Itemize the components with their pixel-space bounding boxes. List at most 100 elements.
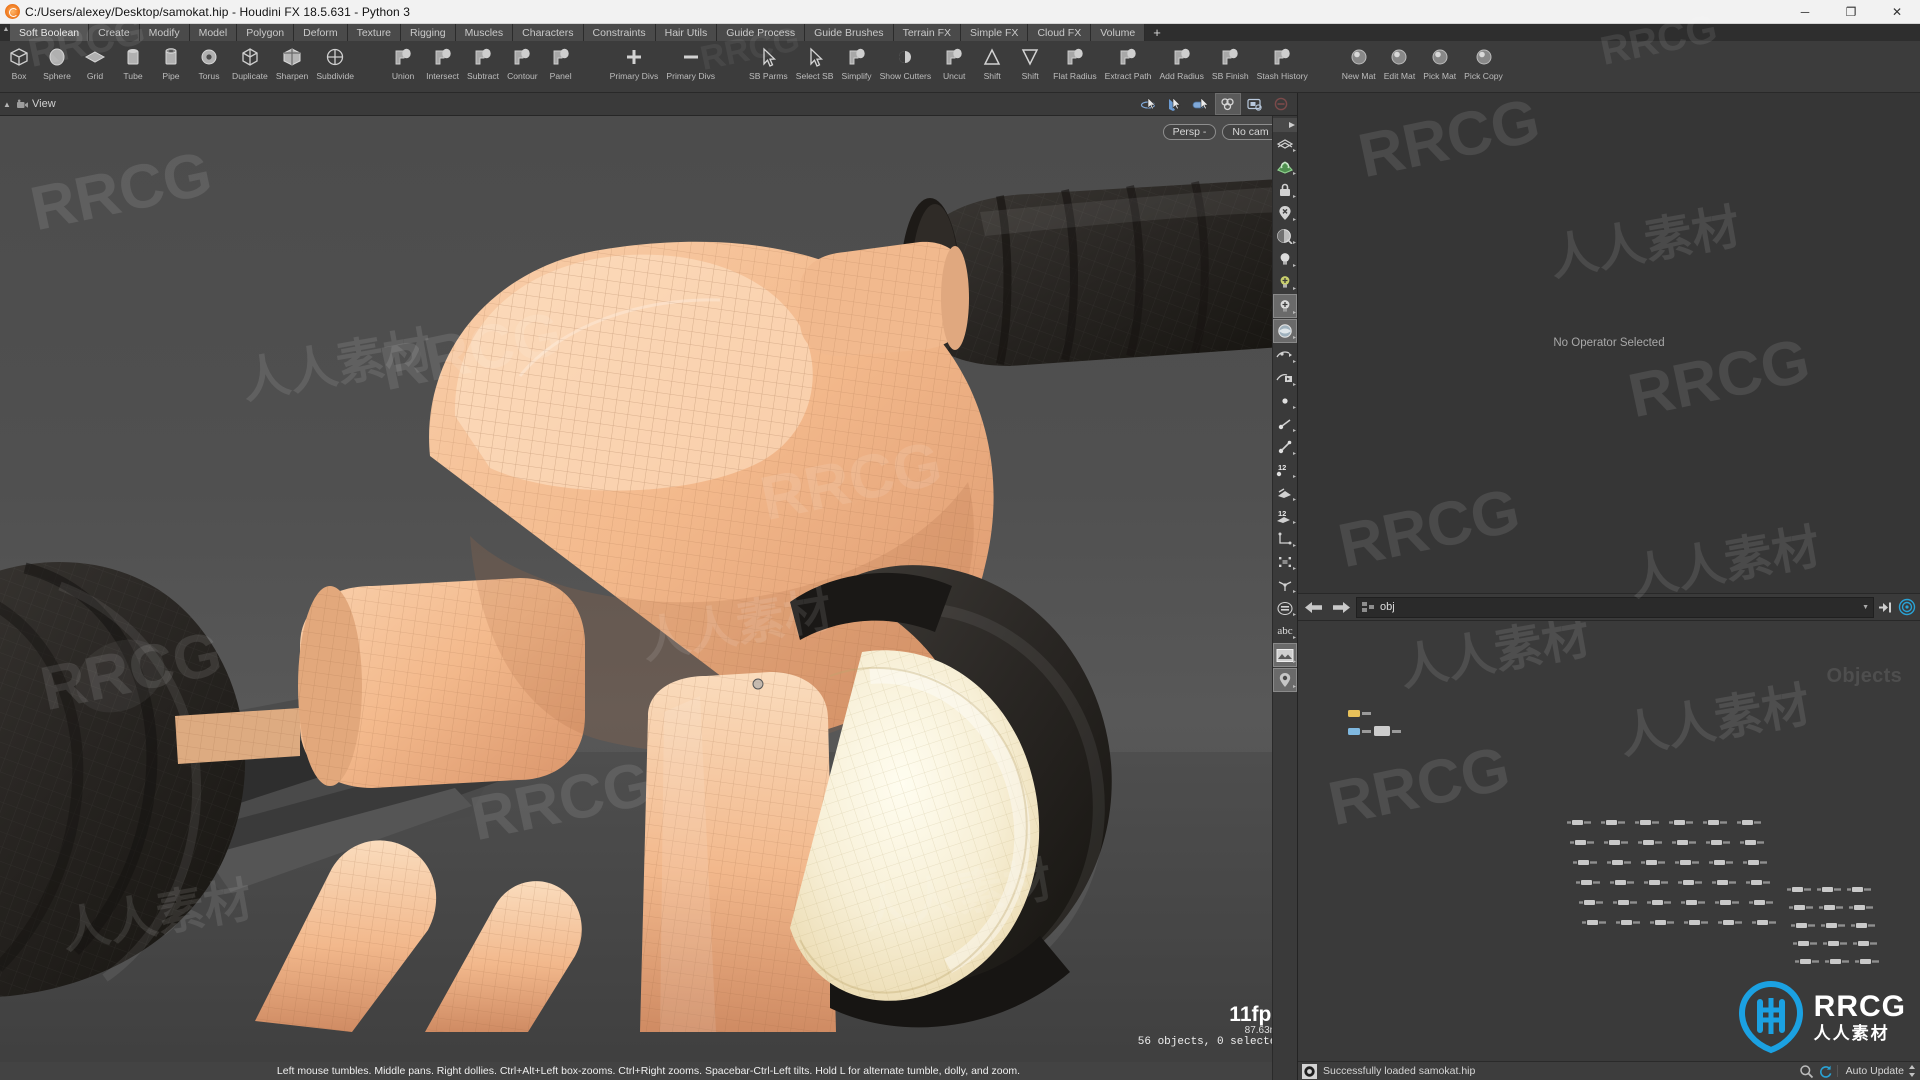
viewport-collapse-icon[interactable]: ▲: [0, 100, 14, 109]
shelf-tab-terrain-fx[interactable]: Terrain FX: [893, 24, 961, 41]
environment-icon[interactable]: ▸: [1273, 319, 1297, 343]
spotlight-icon[interactable]: ▸: [1273, 668, 1297, 692]
shelf-tab-characters[interactable]: Characters: [513, 24, 584, 41]
display-options-icon[interactable]: ▸: [1274, 133, 1296, 155]
shelf-tool-tube[interactable]: Tube: [114, 44, 152, 81]
material-display-icon[interactable]: ▸: [1274, 156, 1296, 178]
pointer-tool-icon[interactable]: [1163, 94, 1187, 114]
refresh-icon[interactable]: [1818, 1064, 1833, 1079]
shelf-tool-extract-path[interactable]: Extract Path: [1101, 44, 1156, 81]
shelf-tab-guide-process[interactable]: Guide Process: [717, 24, 806, 41]
shelf-tool-show-cutters[interactable]: Show Cutters: [876, 44, 936, 81]
shelf-tool-sharpen[interactable]: Sharpen: [272, 44, 313, 81]
viewport-canvas[interactable]: RRCG RRCG RRCG RRCG RRCG 人人素材 人人素材 人人素材 …: [0, 116, 1297, 1080]
shelf-tool-primary-divs[interactable]: Primary Divs: [606, 44, 663, 81]
origin-axes-icon[interactable]: ▸: [1274, 574, 1296, 596]
shelf-tab-deform[interactable]: Deform: [294, 24, 348, 41]
stepper-icon[interactable]: [1908, 1064, 1916, 1078]
shelf-tab-soft-boolean[interactable]: Soft Boolean: [10, 24, 90, 41]
pin-icon[interactable]: [1877, 600, 1895, 615]
point-number-icon[interactable]: 12 ▸: [1274, 459, 1296, 481]
shelf-tool-contour[interactable]: Contour: [503, 44, 542, 81]
shelf-tool-stash-history[interactable]: Stash History: [1253, 44, 1312, 81]
ghost-icon[interactable]: ▸: [1274, 202, 1296, 224]
shading-mode-icon[interactable]: ▸: [1274, 225, 1296, 247]
shelf-tool-add-radius[interactable]: Add Radius: [1155, 44, 1207, 81]
bounding-box-icon[interactable]: ▸: [1274, 551, 1296, 573]
background-image-icon[interactable]: ▸: [1273, 643, 1297, 667]
maximize-button[interactable]: ❐: [1828, 0, 1874, 23]
point-normal-icon[interactable]: ▸: [1274, 413, 1296, 435]
visualize-play-icon[interactable]: ▸: [1274, 367, 1296, 389]
record-icon[interactable]: [1269, 94, 1293, 114]
arrow-right-icon[interactable]: [1329, 600, 1353, 615]
select-tool-icon[interactable]: [1137, 94, 1161, 114]
visualize-icon[interactable]: ▸: [1274, 344, 1296, 366]
shelf-tab-simple-fx[interactable]: Simple FX: [961, 24, 1029, 41]
text-abc-icon[interactable]: abc ▸: [1274, 620, 1296, 642]
snapshot-icon[interactable]: [1243, 94, 1267, 114]
shelf-tab-model[interactable]: Model: [189, 24, 238, 41]
shelf-tab-muscles[interactable]: Muscles: [455, 24, 514, 41]
shelf-tool-primary-divs[interactable]: Primary Divs: [662, 44, 719, 81]
shelf-tab-volume[interactable]: Volume: [1091, 24, 1146, 41]
shelf-tab-rigging[interactable]: Rigging: [401, 24, 456, 41]
shelf-tool-grid[interactable]: Grid: [76, 44, 114, 81]
group-list-icon[interactable]: ▸: [1274, 597, 1296, 619]
shelf-tool-shift[interactable]: Shift: [973, 44, 1011, 81]
shelf-tab-polygon[interactable]: Polygon: [237, 24, 295, 41]
shelf-tab-create[interactable]: Create: [89, 24, 140, 41]
light-selected-icon[interactable]: ▸: [1273, 294, 1297, 318]
shelf-tool-torus[interactable]: Torus: [190, 44, 228, 81]
normals-icon[interactable]: ▸: [1274, 528, 1296, 550]
add-light-icon[interactable]: ▸: [1274, 271, 1296, 293]
point-display-icon[interactable]: ▸: [1274, 390, 1296, 412]
network-path-input[interactable]: obj ▼: [1356, 596, 1874, 618]
shelf-tab-guide-brushes[interactable]: Guide Brushes: [805, 24, 894, 41]
shelf-tool-uncut[interactable]: Uncut: [935, 44, 973, 81]
prim-display-icon[interactable]: ▸: [1274, 482, 1296, 504]
shelf-tool-flat-radius[interactable]: Flat Radius: [1049, 44, 1100, 81]
arrow-left-icon[interactable]: [1302, 600, 1326, 615]
shelf-tool-sphere[interactable]: Sphere: [38, 44, 76, 81]
shelf-tool-duplicate[interactable]: Duplicate: [228, 44, 272, 81]
network-node-group[interactable]: [1344, 706, 1484, 766]
close-button[interactable]: ✕: [1874, 0, 1920, 23]
search-icon[interactable]: [1799, 1064, 1814, 1079]
handle-tool-icon[interactable]: [1189, 94, 1213, 114]
shelf-tool-subtract[interactable]: Subtract: [463, 44, 503, 81]
shelf-tool-box[interactable]: Box: [0, 44, 38, 81]
shelf-collapse-icon[interactable]: ▲: [1, 26, 11, 33]
shelf-tool-new-mat[interactable]: New Mat: [1338, 44, 1380, 81]
perspective-dropdown[interactable]: Persp -: [1162, 124, 1217, 140]
shelf-add-tab-button[interactable]: +: [1145, 24, 1169, 41]
shelf-tab-hair-utils[interactable]: Hair Utils: [655, 24, 718, 41]
lock-icon[interactable]: ▸: [1274, 179, 1296, 201]
shelf-tab-texture[interactable]: Texture: [347, 24, 402, 41]
light-icon[interactable]: ▸: [1274, 248, 1296, 270]
shelf-tool-intersect[interactable]: Intersect: [422, 44, 463, 81]
minimize-button[interactable]: ─: [1782, 0, 1828, 23]
shelf-tool-sb-finish[interactable]: SB Finish: [1208, 44, 1253, 81]
shelf-tool-pipe[interactable]: Pipe: [152, 44, 190, 81]
shelf-tool-pick-copy[interactable]: Pick Copy: [1460, 44, 1507, 81]
prim-number-icon[interactable]: 12 ▸: [1274, 505, 1296, 527]
shelf-tab-modify[interactable]: Modify: [139, 24, 190, 41]
shelf-tool-union[interactable]: Union: [384, 44, 422, 81]
point-marker-icon[interactable]: ▸: [1274, 436, 1296, 458]
chevron-down-icon[interactable]: ▼: [1862, 604, 1869, 611]
shelf-tab-cloud-fx[interactable]: Cloud FX: [1028, 24, 1092, 41]
shelf-tab-constraints[interactable]: Constraints: [583, 24, 656, 41]
auto-update-label[interactable]: Auto Update: [1836, 1065, 1904, 1077]
shelf-tool-subdivide[interactable]: Subdivide: [312, 44, 358, 81]
shelf-tool-simplify[interactable]: Simplify: [837, 44, 875, 81]
shelf-tool-pick-mat[interactable]: Pick Mat: [1419, 44, 1460, 81]
shelf-tool-edit-mat[interactable]: Edit Mat: [1380, 44, 1420, 81]
shelf-tool-panel[interactable]: Panel: [542, 44, 580, 81]
shelf-tool-select-sb[interactable]: Select SB: [792, 44, 838, 81]
target-icon[interactable]: [1898, 598, 1916, 616]
view-layout-icon[interactable]: [1215, 93, 1241, 115]
rail-expand-icon[interactable]: [1273, 118, 1297, 132]
shelf-tool-shift[interactable]: Shift: [1011, 44, 1049, 81]
shelf-tool-sb-parms[interactable]: SB Parms: [745, 44, 792, 81]
